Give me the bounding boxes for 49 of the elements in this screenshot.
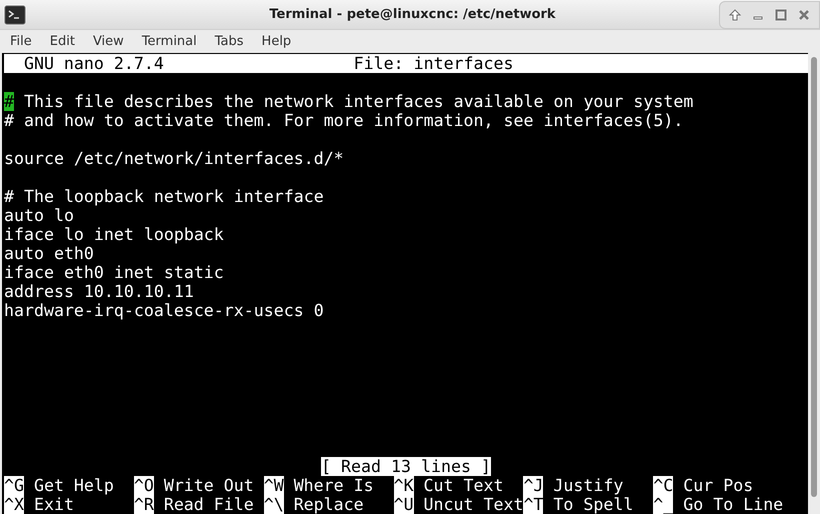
file-name: File: interfaces: [354, 54, 514, 73]
code-line: iface eth0 inet static: [4, 263, 225, 282]
code-line: source /etc/network/interfaces.d/*: [4, 149, 345, 168]
shortcut-label: Read File: [164, 495, 254, 514]
shortcut-key: ^U: [394, 495, 414, 514]
shortcut-label: Replace: [294, 495, 364, 514]
scroll-thumb[interactable]: [811, 57, 817, 497]
shortcut-label: Write Out: [164, 476, 254, 495]
shortcut-label: Cut Text: [424, 476, 504, 495]
shortcut-key: ^J: [523, 476, 544, 495]
shortcut-label: To Spell: [553, 495, 634, 514]
code-line: hardware-irq-coalesce-rx-usecs 0: [4, 301, 325, 320]
shortcut-key: ^T: [523, 495, 544, 514]
code-line: iface lo inet loopback: [4, 225, 225, 244]
menu-item[interactable]: Help: [252, 34, 300, 49]
code-line: # This file describes the network interfaces available on your system: [4, 92, 694, 111]
menu-item[interactable]: Tabs: [204, 34, 252, 49]
shortcut-label: Where Is: [294, 476, 374, 495]
shortcut-key: ^W: [264, 476, 284, 495]
shortcut-label: Get Help: [34, 476, 114, 495]
menu-item[interactable]: View: [82, 34, 132, 49]
code-line: # The loopback network interface: [4, 187, 325, 206]
menu-item[interactable]: Terminal: [132, 34, 205, 49]
code-line: auto lo: [4, 206, 75, 225]
status-message: [ Read 13 lines ]: [321, 457, 491, 476]
shortcut-key: ^_: [653, 495, 674, 514]
terminal-icon: [4, 4, 26, 24]
shortcut-label: Go To Line: [683, 495, 784, 514]
code-line: # and how to activate them. For more information, see interfaces(5).: [4, 111, 684, 130]
shortcut-key: ^R: [134, 495, 154, 514]
shortcut-key: ^O: [134, 476, 154, 495]
maximize-icon[interactable]: [774, 8, 788, 22]
shortcut-key: ^\: [264, 495, 284, 514]
menu-item[interactable]: Edit: [40, 34, 83, 49]
shortcut-key: ^G: [4, 476, 24, 495]
menu-item[interactable]: File: [0, 34, 40, 49]
shortcut-label: Justify: [553, 476, 624, 495]
nano-version: GNU nano 2.7.4: [22, 54, 164, 73]
shortcut-label: Cur Pos: [683, 476, 754, 495]
shortcut-label: Exit: [34, 495, 74, 514]
shortcut-key: ^X: [4, 495, 24, 514]
code-line: auto eth0: [4, 244, 95, 263]
close-icon[interactable]: [797, 8, 811, 22]
shortcut-key: ^K: [394, 476, 414, 495]
shortcut-key: ^C: [653, 476, 674, 495]
code-line: address 10.10.10.11: [4, 282, 195, 301]
shortcut-label: Uncut Text: [424, 495, 524, 514]
shade-icon[interactable]: [728, 8, 742, 22]
window-title: Terminal - pete@linuxcnc: /etc/network: [268, 7, 557, 22]
